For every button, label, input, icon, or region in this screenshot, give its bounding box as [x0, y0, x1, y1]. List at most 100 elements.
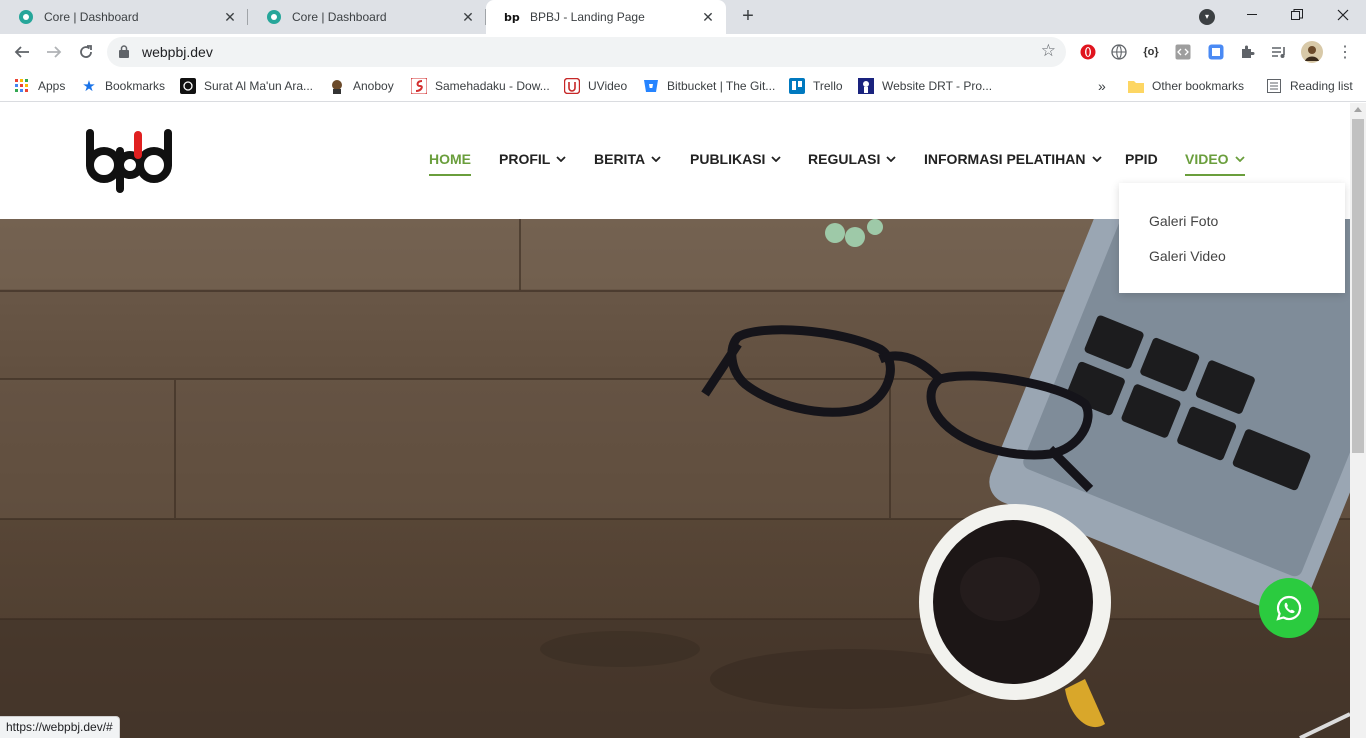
bpbj-logo[interactable] [84, 127, 176, 193]
bookmarks-bar: Apps ★ Bookmarks Surat Al Ma'un Ara... A… [0, 70, 1366, 102]
bookmark-label: Samehadaku - Dow... [435, 79, 550, 93]
nav-profil[interactable]: PROFIL [499, 151, 566, 167]
whatsapp-button[interactable] [1259, 578, 1319, 638]
browser-tab[interactable]: Core | Dashboard ✕ [248, 0, 486, 34]
nav-informasi-pelatihan-label: INFORMASI PELATIHAN [924, 151, 1086, 167]
nav-informasi-pelatihan[interactable]: INFORMASI PELATIHAN [924, 151, 1102, 167]
close-window-icon[interactable] [1320, 0, 1366, 30]
reading-list[interactable]: Reading list [1266, 76, 1353, 96]
nav-publikasi-label: PUBLIKASI [690, 151, 766, 167]
bookmark-uvideo[interactable]: UVideo [564, 76, 627, 96]
trello-icon [789, 78, 805, 94]
star-icon: ★ [82, 78, 96, 95]
chevron-down-icon [1234, 156, 1245, 162]
svg-text:bpb: bpb [504, 11, 520, 24]
core-favicon-icon [267, 10, 281, 24]
bookmark-apps[interactable]: Apps [14, 76, 65, 96]
nav-video-label: VIDEO [1185, 151, 1229, 167]
bookmark-drt[interactable]: Website DRT - Pro... [858, 76, 992, 96]
browser-toolbar: webpbj.dev ☆ {o} ⋮ [0, 34, 1366, 70]
dropdown-item-galeri-foto[interactable]: Galeri Foto [1149, 213, 1218, 229]
reload-icon[interactable] [74, 40, 98, 64]
tab-title: Core | Dashboard [44, 10, 139, 24]
bookmark-anoboy[interactable]: Anoboy [329, 76, 394, 96]
bookmark-label: Bookmarks [105, 79, 166, 93]
quran-icon [180, 78, 196, 94]
chevron-down-icon [771, 156, 782, 162]
chevron-down-icon [556, 156, 566, 162]
bookmark-label: Bitbucket | The Git... [667, 79, 776, 93]
close-tab-icon[interactable]: ✕ [700, 9, 716, 25]
hero-banner [0, 219, 1350, 738]
bookmark-label: Surat Al Ma'un Ara... [204, 79, 314, 93]
puzzle-extensions-icon[interactable] [1238, 43, 1256, 61]
nav-regulasi-label: REGULASI [808, 151, 881, 167]
lock-icon [119, 45, 129, 58]
nav-ppid[interactable]: PPID [1125, 151, 1158, 167]
other-bookmarks[interactable]: Other bookmarks [1128, 76, 1244, 96]
reading-list-icon [1266, 78, 1282, 94]
nav-home-label: HOME [429, 151, 471, 167]
bookmark-bookmarks[interactable]: ★ Bookmarks [81, 76, 165, 96]
code-extension-icon[interactable] [1174, 43, 1192, 61]
browser-tab-active[interactable]: bpb BPBJ - Landing Page ✕ [486, 0, 726, 34]
tab-title: BPBJ - Landing Page [530, 10, 645, 24]
close-tab-icon[interactable]: ✕ [460, 9, 476, 25]
bookmark-star-icon[interactable]: ☆ [1041, 41, 1056, 61]
page-scrollbar[interactable] [1350, 103, 1366, 738]
nav-profil-label: PROFIL [499, 151, 551, 167]
bookmarks-overflow-button[interactable]: » [1098, 76, 1106, 96]
new-tab-button[interactable]: + [737, 5, 759, 27]
tab-search-icon[interactable]: ▾ [1199, 9, 1215, 25]
scrollbar-thumb[interactable] [1352, 119, 1364, 453]
bookmark-bitbucket[interactable]: Bitbucket | The Git... [643, 76, 775, 96]
samehadaku-icon [411, 78, 427, 94]
chevron-down-icon [886, 156, 896, 162]
bitbucket-icon [643, 78, 659, 94]
profile-avatar[interactable] [1301, 41, 1323, 63]
hero-desk-image [0, 219, 1350, 738]
folder-icon [1128, 78, 1144, 94]
tab-title: Core | Dashboard [292, 10, 387, 24]
bookmark-label: Website DRT - Pro... [882, 79, 993, 93]
restore-icon[interactable] [1274, 0, 1320, 30]
nav-video[interactable]: VIDEO [1185, 151, 1245, 176]
bookmark-trello[interactable]: Trello [789, 76, 843, 96]
opera-extension-icon[interactable] [1079, 43, 1097, 61]
globe-extension-icon[interactable] [1110, 43, 1128, 61]
bookmark-label: Anoboy [353, 79, 394, 93]
bookmark-label: UVideo [588, 79, 628, 93]
active-underline [429, 174, 471, 176]
chevron-down-icon [651, 156, 661, 162]
json-extension-icon[interactable]: {o} [1142, 43, 1160, 61]
forward-icon[interactable] [42, 40, 66, 64]
active-underline [1185, 174, 1245, 176]
chrome-menu-icon[interactable]: ⋮ [1336, 43, 1354, 61]
nav-publikasi[interactable]: PUBLIKASI [690, 151, 782, 167]
back-icon[interactable] [10, 40, 34, 64]
nav-berita-label: BERITA [594, 151, 646, 167]
close-tab-icon[interactable]: ✕ [222, 9, 238, 25]
bookmark-surat[interactable]: Surat Al Ma'un Ara... [180, 76, 313, 96]
drt-icon [858, 78, 874, 94]
dropdown-item-galeri-video[interactable]: Galeri Video [1149, 248, 1226, 264]
browser-tab[interactable]: Core | Dashboard ✕ [0, 0, 248, 34]
scroll-up-icon[interactable] [1354, 107, 1362, 112]
apps-grid-icon [14, 78, 30, 94]
bookmark-samehadaku[interactable]: Samehadaku - Dow... [411, 76, 550, 96]
core-favicon-icon [19, 10, 33, 24]
video-dropdown-menu: Galeri Foto Galeri Video [1119, 183, 1345, 293]
whatsapp-icon [1276, 595, 1302, 621]
page-viewport: HOME PROFIL BERITA PUBLIKASI REGULASI IN… [0, 103, 1366, 738]
minimize-icon[interactable] [1229, 0, 1275, 30]
media-control-icon[interactable] [1270, 43, 1288, 61]
bookmark-label: Trello [813, 79, 843, 93]
address-bar[interactable]: webpbj.dev ☆ [107, 37, 1066, 67]
reading-list-label: Reading list [1290, 79, 1353, 93]
nav-home[interactable]: HOME [429, 151, 471, 176]
chevron-down-icon [1091, 156, 1102, 162]
nav-berita[interactable]: BERITA [594, 151, 661, 167]
uvideo-icon [564, 78, 580, 94]
translate-extension-icon[interactable] [1207, 43, 1225, 61]
nav-regulasi[interactable]: REGULASI [808, 151, 896, 167]
